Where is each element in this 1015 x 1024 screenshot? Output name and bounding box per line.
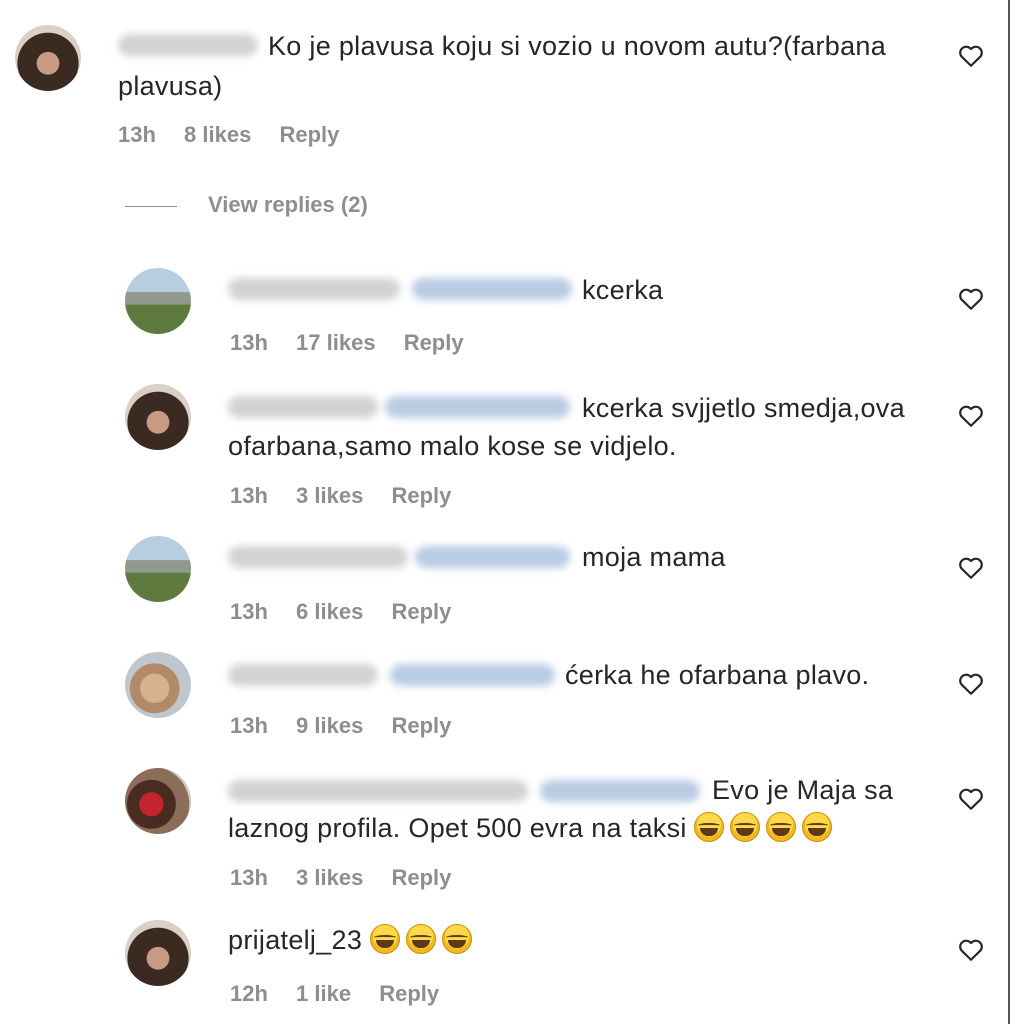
blurred-mention [540, 780, 700, 802]
blurred-username [228, 278, 400, 300]
face-with-tears-of-joy-icon [730, 812, 761, 842]
blurred-username [228, 780, 528, 802]
comment-text: laznog profila. Opet 500 evra na taksi [228, 813, 687, 843]
timestamp: 13h [230, 483, 268, 508]
face-with-tears-of-joy-icon [694, 812, 725, 842]
face-with-tears-of-joy-icon [802, 812, 833, 842]
heart-outline-icon[interactable] [958, 44, 984, 68]
timestamp: 13h [230, 599, 268, 624]
username[interactable]: prijatelj_23 [228, 925, 362, 955]
heart-outline-icon[interactable] [958, 556, 984, 580]
heart-outline-icon[interactable] [958, 672, 984, 696]
heart-outline-icon[interactable] [958, 787, 984, 811]
reply-button[interactable]: Reply [379, 981, 439, 1006]
likes-count[interactable]: 3 likes [296, 483, 363, 508]
comment-text: moja mama [582, 542, 726, 572]
likes-count[interactable]: 17 likes [296, 330, 376, 355]
blurred-mention [390, 664, 555, 686]
likes-count[interactable]: 1 like [296, 981, 351, 1006]
comment-text: kcerka [582, 275, 664, 305]
timestamp: 13h [118, 122, 156, 147]
comment-text: kcerka svjjetlo smedja,ova [582, 393, 905, 423]
heart-outline-icon[interactable] [958, 938, 984, 962]
heart-outline-icon[interactable] [958, 287, 984, 311]
comment-meta: 13h 3 likes Reply [230, 865, 473, 891]
comment-meta: 13h 9 likes Reply [230, 713, 473, 739]
comment-meta: 13h 6 likes Reply [230, 599, 473, 625]
comment-text: ofarbana,samo malo kose se vidjelo. [228, 431, 677, 461]
reply-button[interactable]: Reply [404, 330, 464, 355]
blurred-username [228, 546, 408, 568]
blurred-username [228, 396, 378, 418]
heart-outline-icon[interactable] [958, 404, 984, 428]
avatar[interactable] [125, 536, 191, 602]
timestamp: 13h [230, 713, 268, 738]
comment-text: Ko je plavusa koju si vozio u novom autu… [268, 31, 887, 61]
view-replies-label[interactable]: View replies (2) [208, 192, 368, 218]
blurred-username [118, 34, 258, 56]
comment-meta: 12h 1 like Reply [230, 981, 461, 1007]
blurred-mention [412, 278, 572, 300]
face-with-tears-of-joy-icon [406, 924, 436, 954]
avatar[interactable] [125, 652, 191, 718]
avatar[interactable] [15, 25, 81, 91]
reply-button[interactable]: Reply [391, 865, 451, 890]
face-with-tears-of-joy-icon [370, 924, 400, 954]
avatar[interactable] [125, 384, 191, 450]
reply-button[interactable]: Reply [391, 713, 451, 738]
likes-count[interactable]: 3 likes [296, 865, 363, 890]
timestamp: 13h [230, 330, 268, 355]
avatar[interactable] [125, 268, 191, 334]
comment-meta: 13h 8 likes Reply [118, 122, 361, 148]
avatar[interactable] [125, 920, 191, 986]
face-with-tears-of-joy-icon [442, 924, 472, 954]
likes-count[interactable]: 9 likes [296, 713, 363, 738]
window-edge [1008, 0, 1010, 1024]
comment-meta: 13h 3 likes Reply [230, 483, 473, 509]
timestamp: 13h [230, 865, 268, 890]
comment-text: ćerka he ofarbana plavo. [565, 660, 870, 690]
divider [125, 206, 177, 207]
blurred-username [228, 664, 378, 686]
likes-count[interactable]: 6 likes [296, 599, 363, 624]
comment-text-line: laznog profila. Opet 500 evra na taksi [228, 810, 838, 846]
face-with-tears-of-joy-icon [766, 812, 797, 842]
avatar[interactable] [125, 768, 191, 834]
reply-button[interactable]: Reply [391, 599, 451, 624]
reply-button[interactable]: Reply [391, 483, 451, 508]
timestamp: 12h [230, 981, 268, 1006]
comment-meta: 13h 17 likes Reply [230, 330, 486, 356]
comment-text-line: prijatelj_23 [228, 922, 478, 958]
blurred-mention [385, 396, 570, 418]
blurred-mention [415, 546, 570, 568]
likes-count[interactable]: 8 likes [184, 122, 251, 147]
comment-text: plavusa) [118, 71, 223, 101]
comment-text: Evo je Maja sa [712, 775, 894, 805]
reply-button[interactable]: Reply [279, 122, 339, 147]
